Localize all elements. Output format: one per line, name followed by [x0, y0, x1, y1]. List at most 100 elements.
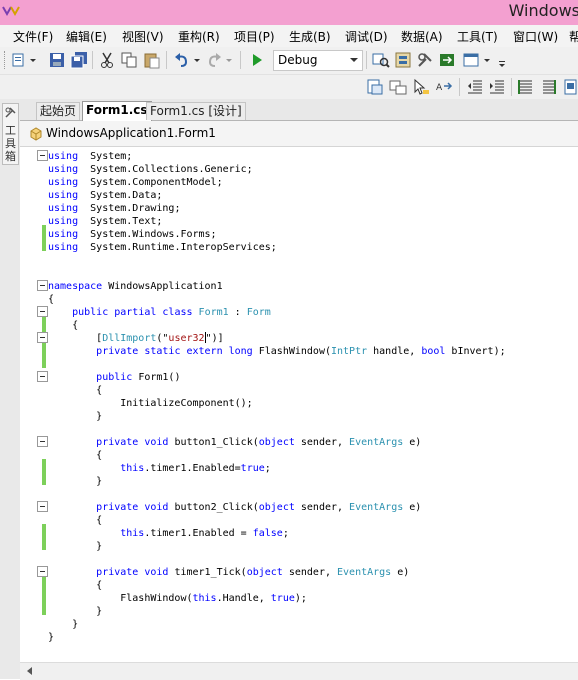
code-editor[interactable]: using System; using System.Collections.Ge…: [20, 147, 578, 662]
tab-form1-designer[interactable]: Form1.cs [设计]: [146, 102, 246, 120]
display-object-member-list-icon[interactable]: [366, 78, 384, 96]
bookmark-icon[interactable]: [562, 78, 578, 96]
toolbox-window-dropdown-icon[interactable]: [482, 51, 492, 69]
code-line[interactable]: this.timer1.Enabled = false;: [48, 527, 289, 540]
start-debugging-icon[interactable]: [248, 51, 266, 69]
code-line[interactable]: this.timer1.Enabled=true;: [48, 462, 271, 475]
object-browser-icon[interactable]: [438, 51, 456, 69]
redo-dropdown-icon[interactable]: [224, 51, 234, 69]
code-token: [: [48, 333, 103, 344]
code-line[interactable]: {: [48, 384, 102, 397]
menu-window[interactable]: 窗口(W): [513, 28, 558, 45]
code-line[interactable]: }: [48, 475, 102, 488]
save-icon[interactable]: [48, 51, 66, 69]
tab-form1-code[interactable]: Form1.cs: [82, 101, 152, 121]
toolbox-tab[interactable]: 工具箱: [0, 99, 21, 679]
code-line[interactable]: [DllImport("user32")]: [48, 332, 224, 345]
increase-indent-icon[interactable]: [488, 78, 506, 96]
collapse-toggle[interactable]: [37, 280, 48, 291]
code-line[interactable]: namespace WindowsApplication1: [48, 280, 223, 293]
tab-start-page[interactable]: 起始页: [36, 102, 81, 120]
code-line[interactable]: private static extern long FlashWindow(I…: [48, 345, 505, 358]
code-line[interactable]: using System.Data;: [48, 189, 162, 202]
collapse-toggle[interactable]: [37, 566, 48, 577]
comment-out-lines-icon[interactable]: [517, 78, 535, 96]
complete-word-icon[interactable]: A: [435, 78, 453, 96]
code-line[interactable]: using System.Collections.Generic;: [48, 163, 253, 176]
menu-debug[interactable]: 调试(D): [345, 28, 388, 45]
code-line[interactable]: using System.Drawing;: [48, 202, 180, 215]
undo-dropdown-icon[interactable]: [192, 51, 202, 69]
toolbar-grip[interactable]: [4, 51, 8, 69]
code-line[interactable]: private void button2_Click(object sender…: [48, 501, 421, 514]
code-token: e): [403, 502, 422, 513]
code-line[interactable]: }: [48, 605, 102, 618]
code-line[interactable]: {: [48, 514, 102, 527]
copy-icon[interactable]: [120, 51, 138, 69]
menu-data[interactable]: 数据(A): [401, 28, 443, 45]
code-line[interactable]: }: [48, 410, 102, 423]
code-line[interactable]: {: [48, 579, 102, 592]
code-line[interactable]: InitializeComponent();: [48, 397, 252, 410]
toolbox-window-icon[interactable]: [462, 51, 480, 69]
toolbar-options-icon[interactable]: [497, 51, 507, 69]
menu-edit[interactable]: 编辑(E): [66, 28, 107, 45]
code-line[interactable]: using System;: [48, 150, 132, 163]
menu-refactor[interactable]: 重构(R): [178, 28, 220, 45]
collapse-toggle[interactable]: [37, 436, 48, 447]
properties-icon[interactable]: [416, 51, 434, 69]
code-type: EventArgs: [349, 502, 404, 513]
paste-icon[interactable]: [143, 51, 161, 69]
configuration-value: Debug: [278, 53, 318, 67]
collapse-toggle[interactable]: [37, 332, 48, 343]
svg-text:A: A: [436, 83, 443, 93]
code-line[interactable]: using System.Text;: [48, 215, 162, 228]
redo-icon[interactable]: [205, 51, 223, 69]
solution-configuration-select[interactable]: Debug: [273, 50, 363, 71]
code-line[interactable]: using System.Runtime.InteropServices;: [48, 241, 277, 254]
code-line[interactable]: }: [48, 540, 102, 553]
code-line[interactable]: using System.ComponentModel;: [48, 176, 223, 189]
uncomment-lines-icon[interactable]: [540, 78, 558, 96]
code-line[interactable]: }: [48, 618, 78, 631]
code-line[interactable]: public partial class Form1 : Form: [48, 306, 271, 319]
menu-view[interactable]: 视图(V): [122, 28, 164, 45]
code-line[interactable]: {: [48, 293, 54, 306]
code-line[interactable]: private void button1_Click(object sender…: [48, 436, 421, 449]
code-keyword: public: [96, 372, 133, 383]
undo-icon[interactable]: [173, 51, 191, 69]
code-line[interactable]: }: [48, 631, 54, 644]
document-tab-strip: 起始页 Form1.cs Form1.cs [设计]: [20, 99, 578, 121]
code-line[interactable]: {: [48, 319, 78, 332]
class-navigation-bar[interactable]: WindowsApplication1.Form1: [20, 121, 578, 147]
new-project-dropdown-icon[interactable]: [28, 51, 38, 69]
code-keyword: true: [240, 463, 265, 474]
solution-explorer-icon[interactable]: [394, 51, 412, 69]
new-project-icon[interactable]: [10, 51, 28, 69]
decrease-indent-icon[interactable]: [466, 78, 484, 96]
code-line[interactable]: public Form1(): [48, 371, 180, 384]
code-line[interactable]: FlashWindow(this.Handle, true);: [48, 592, 307, 605]
save-all-icon[interactable]: [70, 51, 88, 69]
collapse-toggle[interactable]: [37, 150, 48, 161]
code-line[interactable]: private void timer1_Tick(object sender, …: [48, 566, 409, 579]
scroll-left-arrow-icon[interactable]: [27, 667, 32, 675]
menu-tools[interactable]: 工具(T): [457, 28, 498, 45]
menu-project[interactable]: 项目(P): [234, 28, 275, 45]
title-bar[interactable]: Windows: [0, 0, 578, 25]
parameter-info-icon[interactable]: [389, 78, 407, 96]
code-token: sender,: [294, 502, 350, 513]
menu-file[interactable]: 文件(F): [13, 28, 53, 45]
menu-build[interactable]: 生成(B): [289, 28, 331, 45]
menu-help[interactable]: 帮: [569, 28, 578, 45]
find-in-files-icon[interactable]: [372, 51, 390, 69]
collapse-toggle[interactable]: [37, 371, 48, 382]
cut-icon[interactable]: [98, 51, 116, 69]
horizontal-scrollbar[interactable]: [20, 662, 578, 680]
code-line[interactable]: {: [48, 449, 102, 462]
collapse-toggle[interactable]: [37, 501, 48, 512]
quick-info-icon[interactable]: [412, 78, 430, 96]
collapse-toggle[interactable]: [37, 306, 48, 317]
code-line[interactable]: using System.Windows.Forms;: [48, 228, 217, 241]
